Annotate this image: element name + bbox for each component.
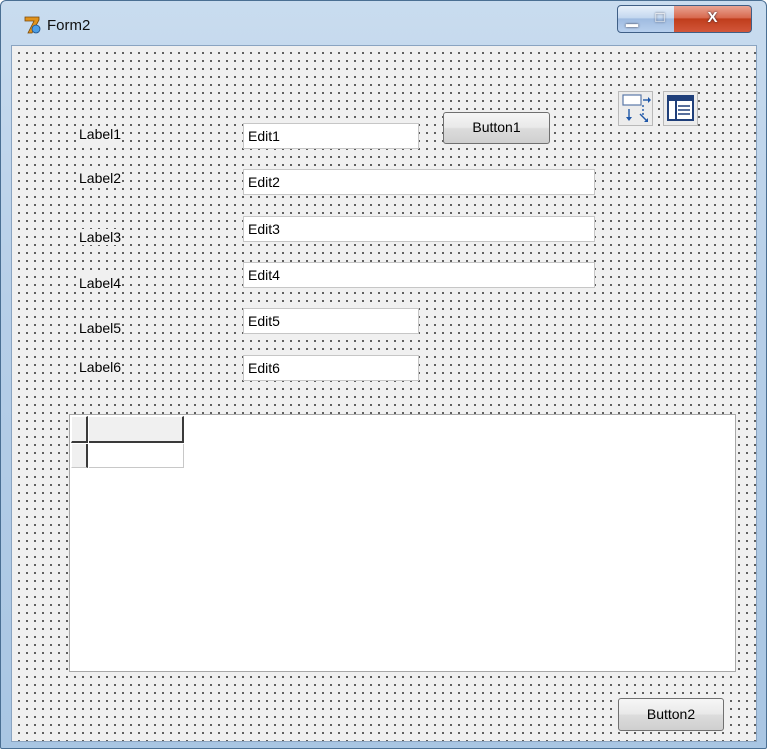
dataset-component-icon <box>622 94 651 122</box>
grid-fixed-row-cell[interactable] <box>71 444 88 468</box>
window-title: Form2 <box>47 17 91 34</box>
form-window: Form2 ▁ □ X Label1 Label2 Label3 Label4 … <box>0 0 767 749</box>
datasource-component[interactable] <box>663 91 698 126</box>
close-button[interactable]: X <box>674 5 752 33</box>
label6: Label6 <box>78 359 123 375</box>
string-grid[interactable] <box>69 414 736 672</box>
edit3-field[interactable]: Edit3 <box>243 216 595 242</box>
grid-fixed-corner-cell <box>71 416 88 443</box>
form-design-surface[interactable]: Label1 Label2 Label3 Label4 Label5 Label… <box>11 45 757 742</box>
edit1-field[interactable]: Edit1 <box>243 123 419 149</box>
edit5-field[interactable]: Edit5 <box>243 308 419 334</box>
button1[interactable]: Button1 <box>443 112 550 144</box>
minimize-icon: ▁ <box>626 10 638 27</box>
label2: Label2 <box>78 170 123 186</box>
grid-fixed-header-cell[interactable] <box>89 416 184 443</box>
maximize-button[interactable]: □ <box>646 5 675 33</box>
grid-data-cell[interactable] <box>89 444 184 468</box>
label3: Label3 <box>78 229 123 245</box>
close-icon: X <box>707 9 718 26</box>
dataset-component[interactable] <box>618 91 653 126</box>
minimize-button[interactable]: ▁ <box>617 5 647 33</box>
label5: Label5 <box>78 320 123 336</box>
title-bar[interactable]: Form2 ▁ □ X <box>1 1 766 45</box>
edit4-field[interactable]: Edit4 <box>243 262 595 288</box>
datasource-component-icon <box>667 95 694 121</box>
label1: Label1 <box>78 126 123 142</box>
button2[interactable]: Button2 <box>618 698 724 731</box>
label4: Label4 <box>78 275 123 291</box>
edit6-field[interactable]: Edit6 <box>243 355 419 381</box>
edit2-field[interactable]: Edit2 <box>243 169 595 195</box>
delphi-app-icon <box>24 16 41 34</box>
maximize-icon: □ <box>655 9 665 26</box>
